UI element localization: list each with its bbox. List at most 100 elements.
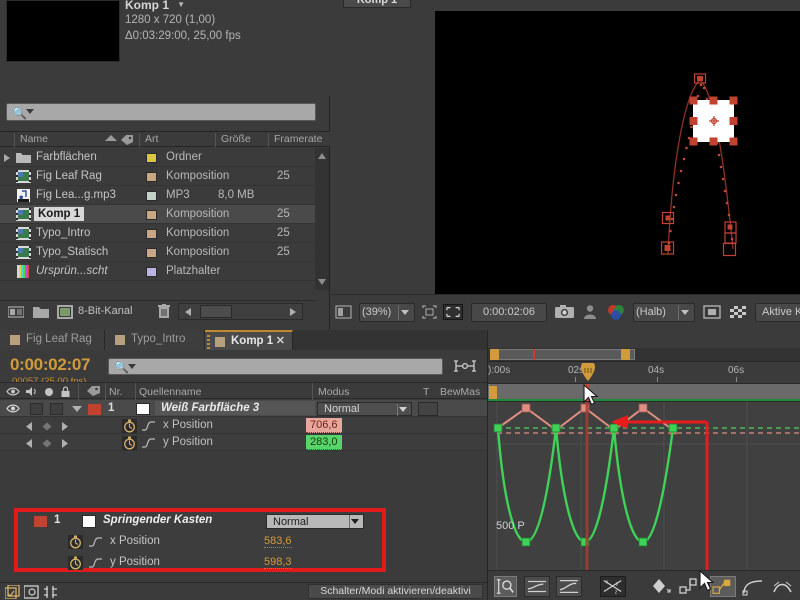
timeline-search-input[interactable]: 🔍	[108, 358, 443, 375]
project-scrollbar[interactable]	[315, 148, 329, 290]
property-value[interactable]: 583,6	[264, 535, 292, 548]
scroll-up-icon[interactable]	[318, 153, 326, 159]
column-header-mode[interactable]: Modus	[318, 386, 350, 398]
toggle-mask-view-icon[interactable]	[703, 304, 721, 320]
overlay-layer-row[interactable]: 1 Springender Kasten Normal	[18, 512, 382, 530]
label-swatch[interactable]	[146, 153, 157, 163]
tab-fig-leaf-rag[interactable]: Fig Leaf Rag	[0, 330, 105, 350]
composition-stage[interactable]	[435, 11, 800, 294]
list-item[interactable]: Komp 1 Komposition 25	[0, 205, 316, 224]
list-item[interactable]: Typo_Statisch Komposition 25	[0, 243, 316, 262]
blend-mode-dropdown[interactable]: Normal	[266, 514, 364, 529]
bit-depth-label[interactable]: 8-Bit-Kanal	[78, 305, 132, 317]
column-header-size[interactable]: Größe	[215, 133, 251, 147]
eye-icon[interactable]	[6, 403, 20, 414]
trash-icon[interactable]	[158, 304, 170, 319]
playhead-marker-icon[interactable]	[579, 363, 597, 383]
stepper-left-arrow-icon[interactable]	[185, 308, 191, 316]
close-icon[interactable]: ✕	[276, 332, 285, 351]
viewer-timecode[interactable]: 0:00:02:06	[471, 303, 547, 322]
label-swatch[interactable]	[146, 191, 157, 201]
list-item[interactable]: Fig Lea...g.mp3 MP3 8,0 MB	[0, 186, 316, 205]
list-item[interactable]: Fig Leaf Rag Komposition 25	[0, 167, 316, 186]
solo-toggle[interactable]	[30, 403, 43, 415]
active-camera-dropdown[interactable]: Aktive Kamer	[755, 303, 800, 322]
scroll-down-icon[interactable]	[318, 279, 326, 285]
fit-selection-vertical-icon[interactable]	[524, 576, 550, 597]
navigator-start-handle[interactable]	[490, 349, 499, 360]
tab-komp-1[interactable]: Komp 1	[343, 0, 411, 8]
roi-region-icon[interactable]	[421, 304, 438, 320]
keyframe-navigator[interactable]	[22, 421, 72, 432]
frame-blending-icon[interactable]	[43, 585, 58, 599]
stopwatch-icon[interactable]	[122, 419, 137, 433]
zoom-level-dropdown[interactable]: (39%)	[359, 303, 415, 322]
solo-icon[interactable]	[44, 387, 54, 397]
sort-ascending-icon[interactable]	[105, 135, 117, 141]
timeline-navigator[interactable]	[488, 348, 800, 362]
easy-ease-icon[interactable]	[742, 576, 766, 597]
lock-toggle[interactable]	[50, 403, 63, 415]
graph-editor-curve-icon[interactable]	[141, 437, 156, 449]
work-area-start-handle[interactable]	[489, 386, 497, 400]
graph-editor-curve-icon[interactable]	[88, 557, 103, 569]
label-swatch[interactable]	[146, 248, 157, 258]
property-row-y-position[interactable]: y Position 283,0	[0, 434, 487, 451]
composition-mini-flowchart-icon[interactable]	[452, 358, 478, 374]
project-search-input[interactable]: 🔍	[6, 103, 316, 121]
easy-ease-in-out-icon[interactable]	[772, 576, 796, 597]
audio-speaker-icon[interactable]	[25, 386, 39, 397]
property-value[interactable]: 706,6	[306, 418, 342, 433]
column-header-number[interactable]: Nr.	[109, 386, 122, 398]
column-header-trackmatte[interactable]: BewMas	[440, 386, 480, 398]
time-ruler[interactable]: ):00s 02s 04s 06s	[488, 363, 800, 383]
disclosure-triangle-icon[interactable]	[72, 406, 82, 412]
eye-icon[interactable]	[6, 386, 20, 397]
transparency-grid-icon[interactable]	[729, 304, 747, 320]
label-swatch[interactable]	[146, 210, 157, 220]
label-swatch[interactable]	[146, 229, 157, 239]
separate-dimensions-icon[interactable]: x y z	[600, 576, 626, 597]
project-zoom-stepper[interactable]	[178, 303, 303, 320]
label-swatch[interactable]	[146, 172, 157, 182]
property-value[interactable]: 283,0	[306, 435, 342, 450]
stopwatch-icon[interactable]	[68, 535, 83, 549]
column-header-source-name[interactable]: Quellenname	[139, 386, 201, 398]
keyframe-interpolation-icon[interactable]	[650, 576, 672, 597]
column-header-framerate[interactable]: Framerate	[268, 133, 322, 147]
hold-keyframe-icon[interactable]	[678, 576, 702, 597]
graph-editor-curve-icon[interactable]	[141, 420, 156, 432]
snapshot-camera-icon[interactable]	[555, 304, 574, 320]
lock-icon[interactable]	[60, 386, 71, 397]
overlay-property-row-y[interactable]: y Position 598,3	[18, 554, 382, 572]
tab-typo-intro[interactable]: Typo_Intro	[105, 330, 205, 350]
stepper-right-arrow-icon[interactable]	[290, 308, 296, 316]
track-matte-toggle[interactable]	[418, 402, 438, 416]
shy-layers-icon[interactable]	[24, 585, 39, 599]
chevron-down-icon[interactable]: ▼	[177, 0, 185, 9]
graph-editor-curve-icon[interactable]	[88, 536, 103, 548]
new-composition-icon[interactable]	[57, 305, 73, 319]
blend-mode-dropdown[interactable]: Normal	[317, 402, 412, 416]
fit-graph-zoom-icon[interactable]	[494, 576, 517, 597]
stopwatch-icon[interactable]	[122, 436, 137, 450]
graph-editor-canvas[interactable]: 500 P	[488, 401, 800, 589]
column-header-type[interactable]: Art	[139, 133, 158, 147]
stopwatch-icon[interactable]	[68, 556, 83, 570]
list-item[interactable]: Ursprün...scht Platzhalter	[0, 262, 316, 281]
stepper-value-box[interactable]	[200, 305, 232, 318]
label-swatch[interactable]	[146, 267, 157, 277]
linear-keyframe-icon[interactable]	[710, 576, 736, 597]
work-area-bar[interactable]	[488, 383, 800, 402]
timeline-layer-row[interactable]: 1 Weiß Farbfläche 3 Normal	[0, 400, 487, 417]
property-value[interactable]: 598,3	[264, 556, 292, 569]
project-settings-icon[interactable]	[8, 305, 24, 319]
region-of-interest-icon[interactable]	[443, 304, 463, 320]
channel-rgb-icon[interactable]	[606, 304, 626, 320]
item-name[interactable]: Komp 1	[34, 207, 85, 221]
column-header-name[interactable]: Name	[14, 133, 48, 147]
overlay-property-row-x[interactable]: x Position 583,6	[18, 533, 382, 551]
new-folder-icon[interactable]	[33, 305, 49, 319]
toggle-viewer-layout-icon[interactable]	[335, 304, 352, 320]
layer-name[interactable]: Weiß Farbfläche 3	[155, 401, 315, 415]
